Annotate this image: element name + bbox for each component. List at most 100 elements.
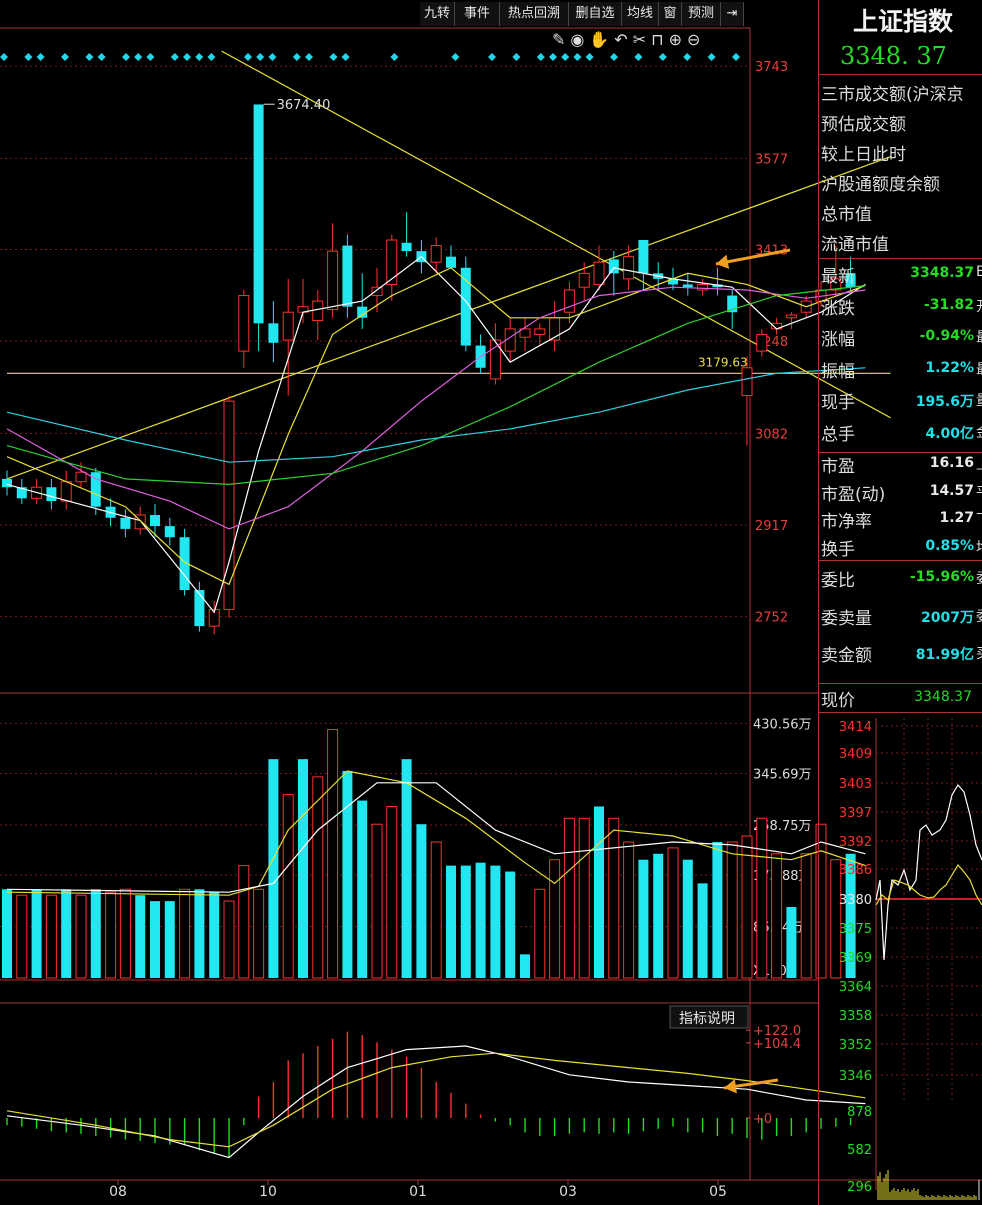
volume-bar [327, 729, 339, 979]
signal-marker [341, 53, 350, 61]
candle [120, 509, 131, 538]
signal-marker [512, 53, 521, 61]
indicator-info-button[interactable]: 指标说明 [669, 1005, 749, 1029]
signal-marker [561, 53, 570, 61]
price-tick-label: 2917 [755, 519, 788, 534]
volume-bar [238, 865, 250, 979]
signal-marker [329, 53, 338, 61]
x-axis-label: 01 [409, 1184, 427, 1200]
high-annotation: 3674.40 [277, 98, 331, 113]
candle [697, 278, 709, 296]
signal-marker [573, 53, 582, 61]
candle [578, 262, 590, 302]
volume-bar [430, 841, 442, 979]
candle [401, 212, 412, 257]
expand-icon[interactable]: ⇥ [721, 2, 744, 26]
undo-icon[interactable]: ↶ [614, 30, 632, 49]
quotes-label: 现手 [821, 393, 855, 413]
signal-marker [183, 53, 191, 61]
candle [386, 234, 398, 302]
volume-bar [61, 889, 72, 978]
valuation-label: 市盈(动) [821, 484, 886, 505]
candle [785, 312, 797, 329]
valuation-value: 0.85% [925, 537, 974, 554]
volume-bar [446, 865, 456, 978]
volume-bar [505, 871, 516, 978]
signal-marker [146, 53, 155, 61]
intraday-now-value: 3348.37 [914, 689, 972, 705]
quotes-tail: 最 [976, 327, 982, 347]
volume-tick-label: 430.56万 [753, 717, 812, 732]
volume-bar [16, 894, 28, 979]
quotes-label: 最新 [821, 267, 855, 287]
order-tail: 委 [976, 606, 982, 626]
volume-bar [150, 901, 160, 978]
signal-marker [549, 53, 557, 61]
volume-bar [31, 889, 42, 978]
market-stat-label: 流通市值 [821, 235, 889, 255]
toolbar-item-3[interactable]: 删自选 [569, 2, 622, 26]
volume-bar [682, 859, 693, 978]
candle [638, 240, 649, 290]
price-ma30-line [6, 285, 866, 486]
x-axis-label: 10 [259, 1184, 277, 1200]
signal-marker [0, 53, 8, 61]
quotes-tail: E [976, 264, 982, 280]
toolbar-item-2[interactable]: 热点回溯 [500, 2, 569, 26]
toolbar-item-1[interactable]: 事件 [455, 2, 500, 26]
market-stat-label: 三市成交额(沪深京 [821, 85, 964, 105]
candle [623, 245, 635, 290]
volume-bar [594, 806, 604, 978]
candle [712, 267, 723, 296]
quotes-tail: 最 [976, 359, 982, 379]
candle [460, 256, 471, 352]
volume-bar [712, 841, 723, 978]
index-name: 上证指数 [852, 7, 953, 36]
signal-marker [732, 53, 740, 61]
toolbar-item-5[interactable]: 窗 [659, 2, 682, 26]
valuation-tail: 均 [976, 537, 982, 557]
price-tick-label: 3577 [755, 152, 788, 167]
candle [60, 470, 72, 510]
toolbar-item-0[interactable]: 九转 [420, 2, 455, 26]
volume-bar [638, 859, 649, 978]
volume-bar [756, 817, 768, 979]
signal-marker [683, 53, 692, 61]
candle [534, 323, 546, 346]
signal-marker [195, 53, 204, 61]
candle [208, 601, 220, 635]
volume-bar [209, 892, 220, 978]
quotes-tail: 金 [976, 422, 982, 442]
valuation-tail: 平 [976, 482, 982, 502]
order-tail: 买 [976, 643, 982, 663]
candle [312, 290, 324, 340]
valuation-value: 1.27 [939, 510, 974, 526]
signal-marker [268, 53, 277, 61]
scissors-icon[interactable]: ✂ [633, 30, 651, 49]
volume-bar [460, 865, 471, 978]
zoom-out-icon[interactable]: ⊖ [687, 30, 705, 49]
pen-icon[interactable]: ✎ [552, 30, 570, 49]
zoom-in-icon[interactable]: ⊕ [669, 30, 687, 49]
quotes-value: -0.94% [919, 328, 974, 344]
volume-bar [520, 954, 530, 978]
toolbar-item-4[interactable]: 均线 [622, 2, 659, 26]
volume-bar [282, 794, 294, 979]
volume-bar [741, 835, 753, 979]
quotes-tail: 开 [976, 296, 982, 316]
candle [268, 301, 279, 363]
volume-bar [386, 805, 398, 979]
volume-bar [135, 895, 146, 978]
valuation-label: 市净率 [821, 512, 872, 532]
hand-icon[interactable]: ✋ [589, 30, 614, 49]
volume-bar [298, 759, 308, 978]
candle [46, 478, 57, 510]
quotes-label: 涨幅 [821, 330, 855, 350]
toolbar-item-6[interactable]: 预测 [682, 2, 721, 26]
signal-marker [610, 53, 618, 61]
volume-bar [75, 894, 87, 979]
lock-icon[interactable]: ⊓ [651, 30, 668, 49]
volume-bar [534, 888, 546, 979]
quotes-value: 4.00亿 [925, 425, 974, 442]
eye-icon[interactable]: ◉ [570, 30, 589, 49]
